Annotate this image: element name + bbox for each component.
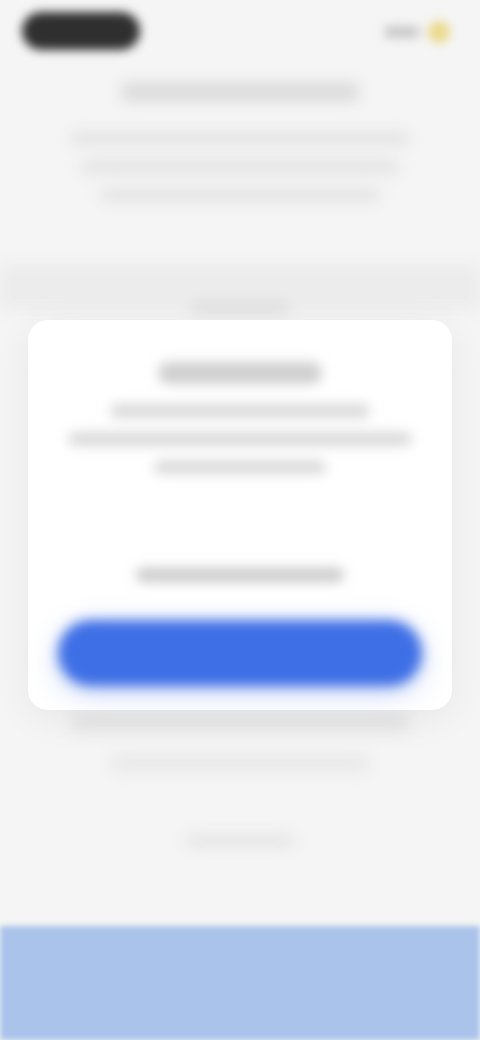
background-text-line xyxy=(100,188,380,202)
background-text-line xyxy=(110,754,370,772)
background-text-line xyxy=(70,714,410,732)
dialog-body-line xyxy=(154,460,326,474)
dialog-secondary-link[interactable] xyxy=(136,568,344,582)
dialog-content xyxy=(28,320,452,710)
signal-icon xyxy=(384,26,420,38)
dialog-body-line xyxy=(68,432,412,446)
dialog-primary-button[interactable] xyxy=(58,620,422,686)
bottom-panel xyxy=(0,926,480,1040)
status-icons xyxy=(384,20,450,44)
status-bar xyxy=(0,0,480,64)
background-text-line xyxy=(70,132,410,146)
background-footer-link xyxy=(185,834,295,848)
background-text-line xyxy=(80,160,400,174)
background-caption xyxy=(190,302,290,314)
dialog-body-line xyxy=(110,404,370,418)
dialog-title xyxy=(158,362,322,384)
battery-icon xyxy=(428,21,450,43)
dialog-card xyxy=(28,320,452,710)
background-title xyxy=(120,82,360,102)
status-time xyxy=(22,12,140,50)
